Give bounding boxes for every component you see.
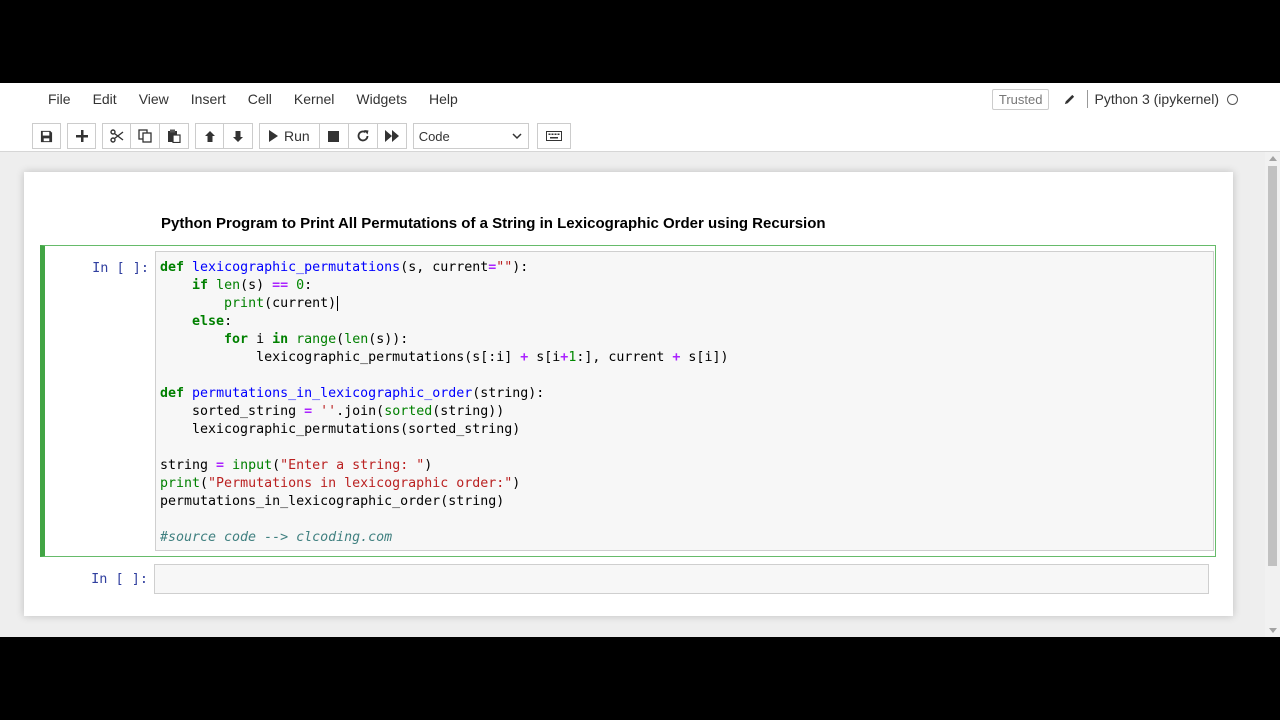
copy-icon — [138, 129, 152, 143]
cut-button[interactable] — [102, 123, 131, 149]
scrollbar-thumb[interactable] — [1268, 166, 1277, 566]
notebook-header: File Edit View Insert Cell Kernel Widget… — [0, 83, 1280, 152]
keyboard-icon — [545, 131, 562, 141]
restart-button[interactable] — [348, 123, 378, 149]
move-up-button[interactable] — [195, 123, 224, 149]
pencil-icon[interactable] — [1061, 91, 1077, 107]
save-button[interactable] — [32, 123, 61, 149]
input-prompt: In [ ]: — [92, 260, 149, 276]
code-editor[interactable]: def lexicographic_permutations(s, curren… — [155, 251, 1214, 551]
interrupt-button[interactable] — [319, 123, 349, 149]
input-prompt: In [ ]: — [91, 571, 148, 587]
copy-button[interactable] — [131, 123, 160, 149]
run-all-button[interactable] — [377, 123, 407, 149]
toolbar: Run Code — [32, 121, 571, 151]
save-icon — [40, 130, 53, 142]
arrow-up-icon — [204, 130, 215, 142]
kernel-status-area: Trusted Python 3 (ipykernel) — [991, 83, 1238, 115]
menubar: File Edit View Insert Cell Kernel Widget… — [37, 83, 469, 115]
trusted-badge[interactable]: Trusted — [991, 88, 1050, 110]
menu-edit[interactable]: Edit — [82, 83, 128, 115]
paste-button[interactable] — [160, 123, 189, 149]
run-button[interactable]: Run — [259, 123, 320, 149]
code-editor-empty[interactable] — [154, 564, 1209, 594]
notebook-container: Python Program to Print All Permutations… — [24, 172, 1233, 616]
plus-icon — [75, 130, 88, 142]
chevron-down-icon — [512, 132, 522, 139]
scroll-down-icon[interactable] — [1269, 628, 1277, 633]
cell-type-value: Code — [418, 128, 450, 144]
markdown-title[interactable]: Python Program to Print All Permutations… — [161, 215, 826, 232]
command-palette-button[interactable] — [536, 123, 571, 149]
move-down-button[interactable] — [224, 123, 253, 149]
fast-forward-icon — [384, 130, 399, 142]
cell-type-select[interactable]: Code — [412, 123, 529, 149]
menu-file[interactable]: File — [37, 83, 82, 115]
scissors-icon — [109, 129, 123, 143]
insert-cell-button[interactable] — [67, 123, 96, 149]
kernel-name[interactable]: Python 3 (ipykernel) — [1094, 91, 1219, 107]
notebook-site: Python Program to Print All Permutations… — [0, 152, 1280, 637]
kernel-idle-icon — [1227, 93, 1238, 105]
menu-kernel[interactable]: Kernel — [283, 83, 345, 115]
menu-widgets[interactable]: Widgets — [345, 83, 418, 115]
scroll-up-icon[interactable] — [1269, 156, 1277, 161]
play-icon — [269, 130, 278, 142]
kernel-separator — [1087, 90, 1089, 108]
video-letterbox-top — [0, 0, 1280, 83]
menu-insert[interactable]: Insert — [180, 83, 237, 115]
text-cursor — [337, 295, 339, 311]
code-content[interactable]: def lexicographic_permutations(s, curren… — [160, 259, 728, 547]
code-cell-empty[interactable]: In [ ]: — [40, 564, 1216, 596]
video-letterbox-bottom — [0, 637, 1280, 720]
paste-icon — [168, 129, 181, 143]
restart-icon — [357, 130, 369, 142]
run-label: Run — [284, 128, 310, 144]
menu-view[interactable]: View — [128, 83, 180, 115]
menu-cell[interactable]: Cell — [237, 83, 283, 115]
stop-icon — [328, 130, 340, 142]
menu-help[interactable]: Help — [418, 83, 469, 115]
code-cell[interactable]: In [ ]: def lexicographic_permutations(s… — [40, 245, 1216, 557]
arrow-down-icon — [233, 130, 243, 142]
page-scrollbar[interactable] — [1265, 152, 1280, 637]
